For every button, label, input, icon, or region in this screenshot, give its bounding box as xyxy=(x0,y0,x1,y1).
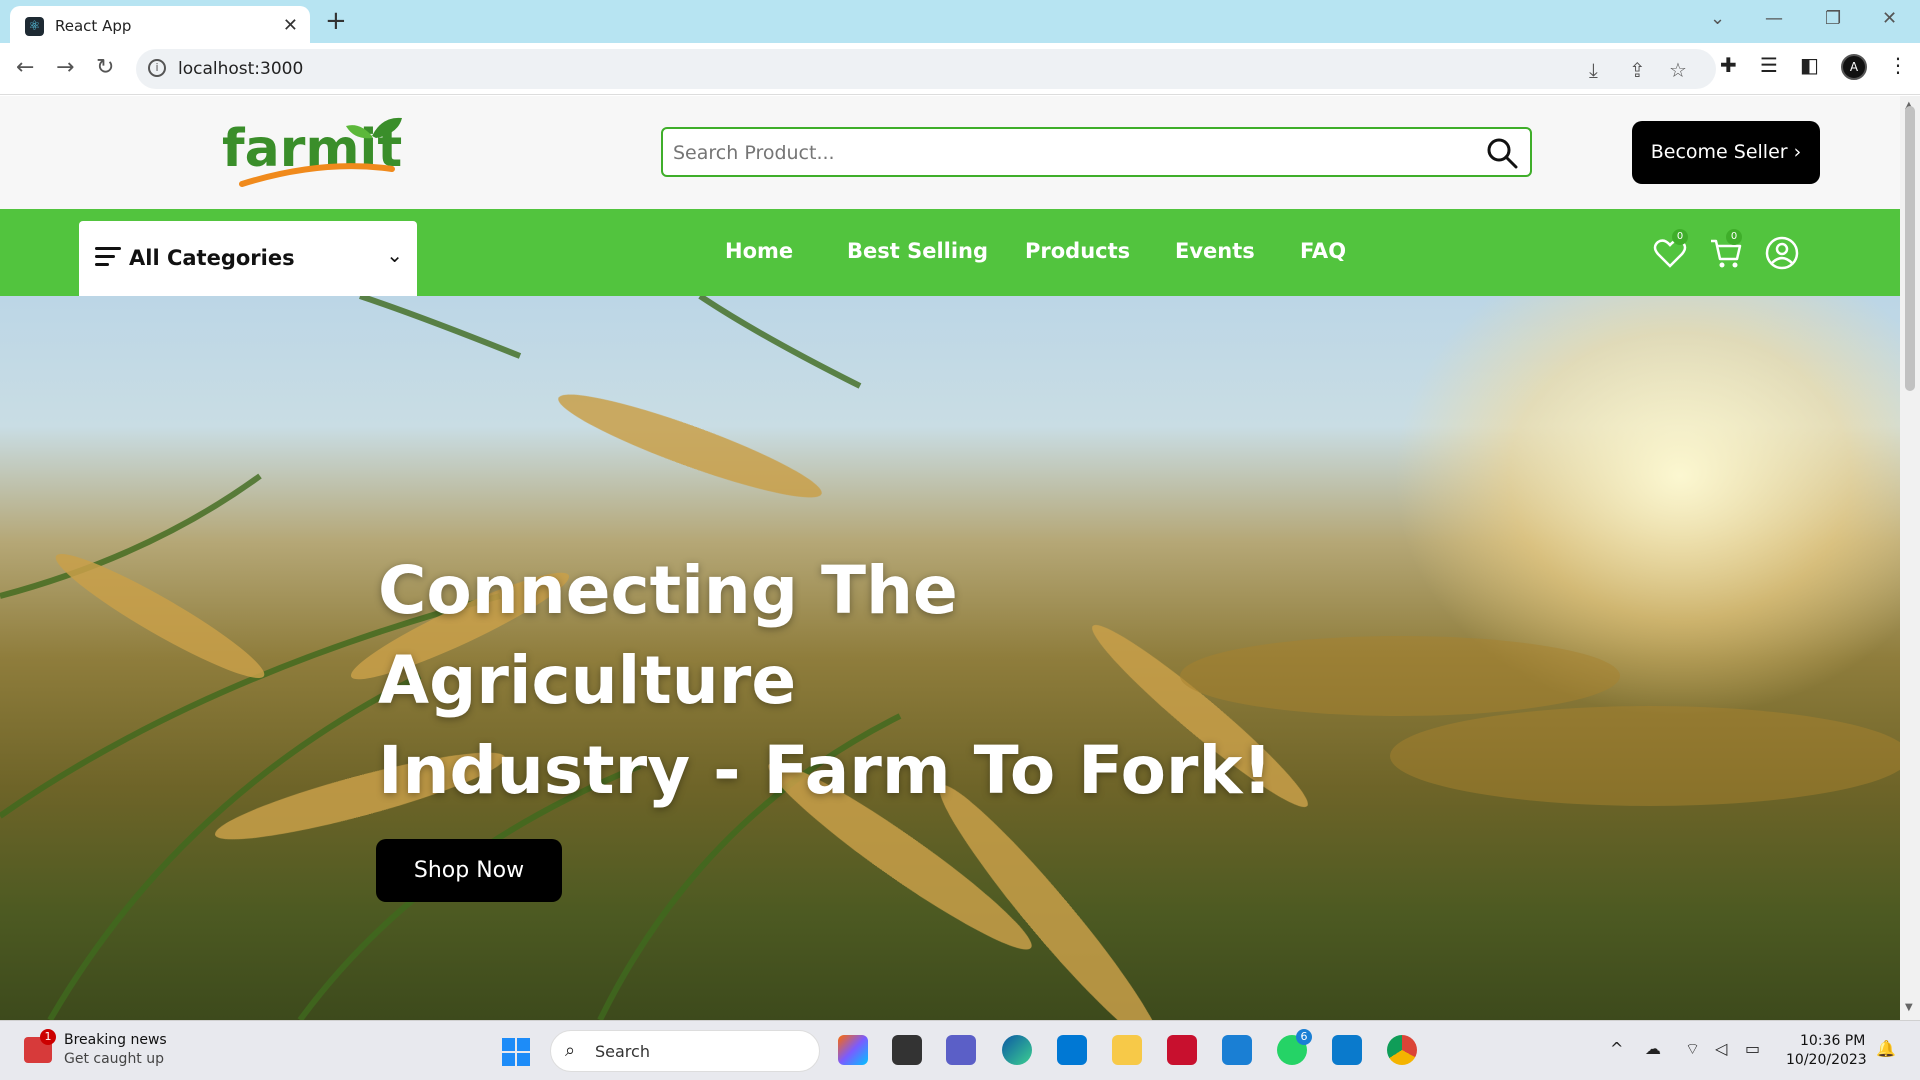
show-hidden-icons-icon[interactable]: ^ xyxy=(1610,1039,1623,1058)
search-bar xyxy=(661,127,1532,177)
page-viewport: farmit Become Seller › All Categories ⌄ … xyxy=(0,96,1900,1020)
news-subtitle: Get caught up xyxy=(64,1051,165,1067)
shop-now-button[interactable]: Shop Now xyxy=(376,839,562,902)
new-tab-icon[interactable]: + xyxy=(325,6,347,36)
search-input[interactable] xyxy=(673,139,1453,167)
search-icon: ⌕ xyxy=(565,1040,576,1061)
browser-tabstrip: ⚛ React App ✕ + ⌄ — ❐ ✕ xyxy=(0,0,1920,43)
extensions-icon[interactable]: ✚ xyxy=(1720,53,1737,77)
nav-home[interactable]: Home xyxy=(725,239,793,263)
side-panel-icon[interactable]: ◧ xyxy=(1800,53,1819,77)
scrollbar-thumb[interactable] xyxy=(1905,106,1915,391)
file-explorer-icon[interactable] xyxy=(1112,1035,1142,1065)
clock-time[interactable]: 10:36 PM xyxy=(1800,1033,1865,1049)
battery-icon[interactable]: ▭ xyxy=(1745,1039,1760,1058)
all-categories-dropdown[interactable]: All Categories ⌄ xyxy=(79,221,417,296)
url-text[interactable]: localhost:3000 xyxy=(178,59,303,79)
reading-list-icon[interactable]: ☰ xyxy=(1760,53,1778,77)
nav-best-selling[interactable]: Best Selling xyxy=(847,239,988,263)
wifi-icon[interactable]: ⌔ xyxy=(1685,1039,1700,1059)
edge-browser-icon[interactable] xyxy=(1002,1035,1032,1065)
farmit-logo[interactable]: farmit xyxy=(222,114,422,189)
browser-tab[interactable]: ⚛ React App ✕ xyxy=(10,6,310,43)
mcafee-icon[interactable] xyxy=(1167,1035,1197,1065)
scroll-down-icon[interactable]: ▼ xyxy=(1905,1002,1913,1013)
share-icon[interactable]: ⇪ xyxy=(1629,58,1646,82)
taskbar-search[interactable]: ⌕ Search xyxy=(550,1030,820,1072)
react-favicon-icon: ⚛ xyxy=(25,17,44,36)
nav-products[interactable]: Products xyxy=(1025,239,1130,263)
chevron-right-icon: › xyxy=(1793,141,1802,163)
news-badge: 1 xyxy=(40,1029,56,1045)
address-bar[interactable]: i localhost:3000 ⤓ ⇪ ☆ xyxy=(136,49,1716,89)
bookmark-star-icon[interactable]: ☆ xyxy=(1669,58,1687,82)
restore-icon[interactable]: ❐ xyxy=(1825,8,1841,29)
reload-icon[interactable]: ↻ xyxy=(96,55,114,80)
teams-chat-icon[interactable] xyxy=(946,1035,976,1065)
close-tab-icon[interactable]: ✕ xyxy=(283,15,298,36)
whatsapp-badge: 6 xyxy=(1296,1029,1312,1045)
menu-kebab-icon[interactable]: ⋮ xyxy=(1888,53,1908,77)
app-icon-blue[interactable] xyxy=(1222,1035,1252,1065)
page-scrollbar[interactable]: ▲ ▼ xyxy=(1900,96,1920,1020)
taskbar-search-label: Search xyxy=(595,1042,650,1061)
minimize-icon[interactable]: — xyxy=(1765,8,1783,29)
nav-events[interactable]: Events xyxy=(1175,239,1255,263)
chevron-down-icon: ⌄ xyxy=(386,243,403,267)
vscode-icon[interactable] xyxy=(1332,1035,1362,1065)
become-seller-label: Become Seller xyxy=(1650,141,1788,163)
browser-toolbar: ← → ↻ i localhost:3000 ⤓ ⇪ ☆ ✚ ☰ ◧ A ⋮ xyxy=(0,43,1920,95)
cart-count-badge: 0 xyxy=(1726,229,1742,245)
menu-lines-icon xyxy=(95,247,121,271)
wishlist-count-badge: 0 xyxy=(1672,229,1688,245)
close-window-icon[interactable]: ✕ xyxy=(1882,8,1897,29)
user-account-icon[interactable] xyxy=(1764,235,1800,271)
windows-taskbar: 1 Breaking news Get caught up ⌕ Search 6… xyxy=(0,1020,1920,1080)
onedrive-icon[interactable]: ☁ xyxy=(1645,1039,1661,1058)
copilot-icon[interactable] xyxy=(838,1035,868,1065)
windows-start-icon[interactable] xyxy=(502,1038,530,1066)
site-info-icon[interactable]: i xyxy=(148,59,166,77)
clock-date[interactable]: 10/20/2023 xyxy=(1786,1052,1867,1068)
profile-avatar[interactable]: A xyxy=(1841,54,1867,80)
site-header: farmit Become Seller › xyxy=(0,96,1900,209)
nav-faq[interactable]: FAQ xyxy=(1300,239,1346,263)
forward-icon[interactable]: → xyxy=(56,55,74,80)
hero-title-line2: Industry - Farm To Fork! xyxy=(378,732,1273,809)
search-icon[interactable] xyxy=(1486,137,1518,169)
become-seller-button[interactable]: Become Seller › xyxy=(1632,121,1820,184)
tab-title: React App xyxy=(55,17,132,35)
chrome-icon[interactable] xyxy=(1387,1035,1417,1065)
main-navbar: All Categories ⌄ Home Best Selling Produ… xyxy=(0,209,1900,296)
tab-search-icon[interactable]: ⌄ xyxy=(1710,8,1725,29)
categories-label: All Categories xyxy=(129,246,295,270)
back-icon[interactable]: ← xyxy=(16,55,34,80)
install-icon[interactable]: ⤓ xyxy=(1589,58,1598,82)
notification-bell-icon[interactable]: 🔔 xyxy=(1876,1039,1896,1058)
news-title[interactable]: Breaking news xyxy=(64,1032,167,1048)
microsoft-store-icon[interactable] xyxy=(1057,1035,1087,1065)
volume-icon[interactable]: ◁ xyxy=(1715,1039,1727,1058)
hero-banner: Connecting The Agriculture Industry - Fa… xyxy=(0,296,1900,1020)
hero-title-line1: Connecting The Agriculture xyxy=(378,552,958,719)
hero-title: Connecting The Agriculture Industry - Fa… xyxy=(378,546,1378,816)
task-view-icon[interactable] xyxy=(892,1035,922,1065)
